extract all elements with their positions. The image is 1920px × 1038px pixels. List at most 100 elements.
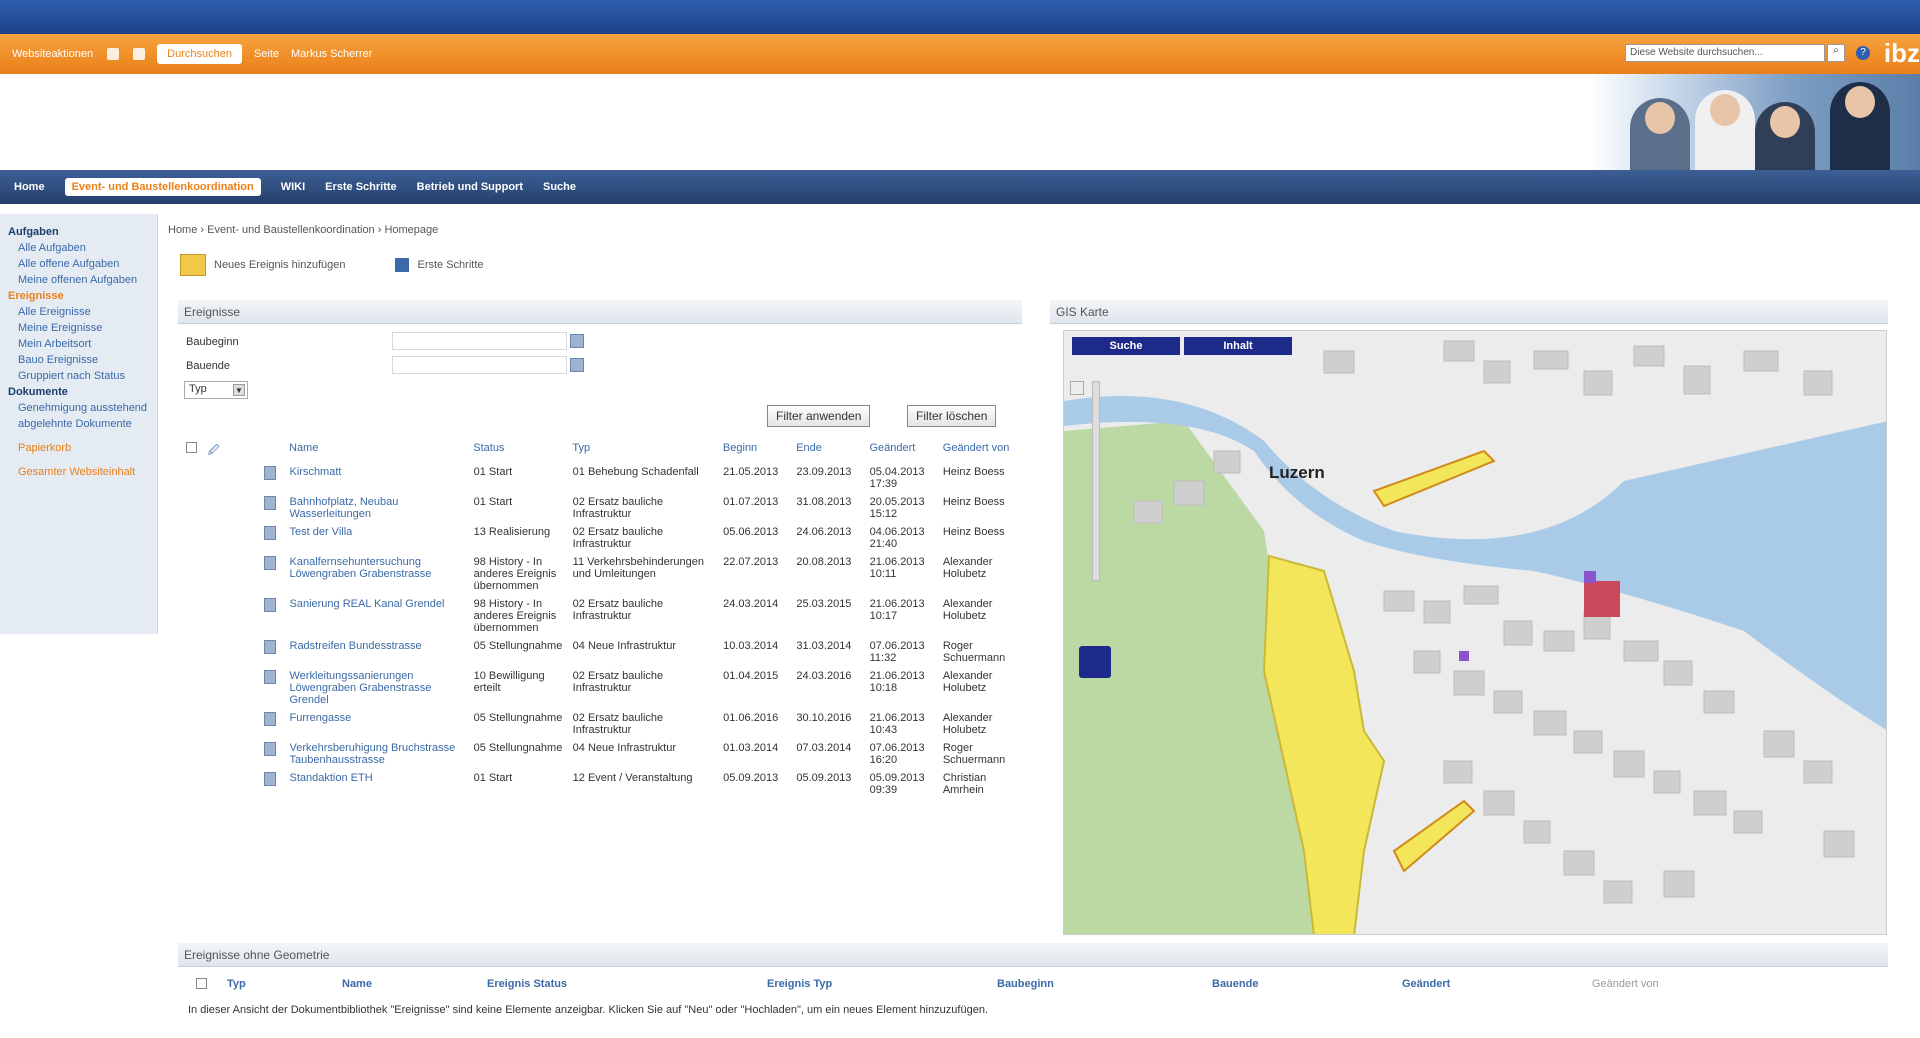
quicklaunch-item[interactable]: Meine Ereignisse [18,322,157,334]
event-name-link[interactable]: Verkehrsberuhigung Bruchstrasse Taubenha… [290,742,474,766]
table-row[interactable]: Werkleitungssanierungen Löwengraben Grab… [186,670,1022,706]
event-name-link[interactable]: Sanierung REAL Kanal Grendel [290,598,474,634]
row-checkbox-cell[interactable] [186,496,208,520]
filter-end-input[interactable] [392,356,567,374]
table-row[interactable]: Kanalfernsehuntersuchung Löwengraben Gra… [186,556,1022,592]
column-header-geaendert[interactable]: Geändert [869,442,942,460]
event-marker-purple[interactable] [1584,571,1596,583]
quicklaunch-item[interactable]: Meine offenen Aufgaben [18,274,157,286]
column-header-geaendert-von[interactable]: Geändert von [943,442,1022,460]
column-header-status[interactable]: Status [473,442,572,460]
row-checkbox-cell[interactable] [186,772,208,796]
user-menu[interactable]: Markus Scherrer [291,48,372,60]
quicklaunch-heading-ereignisse[interactable]: Ereignisse [8,290,157,302]
column-header-name[interactable]: Name [342,978,487,990]
recycle-bin-link[interactable]: Papierkorb [18,442,157,454]
tab-browse[interactable]: Durchsuchen [157,44,242,64]
calendar-icon[interactable] [570,358,584,372]
nav-event-baustellen[interactable]: Event- und Baustellenkoordination [64,178,261,196]
map-search-button[interactable]: Suche [1072,337,1180,355]
nav-suche[interactable]: Suche [543,181,576,193]
quicklaunch-item[interactable]: Gruppiert nach Status [18,370,157,382]
column-header-typ[interactable]: Typ [572,442,723,460]
column-header-bauende[interactable]: Bauende [1212,978,1402,990]
help-icon[interactable]: ? [1856,46,1870,60]
row-checkbox-cell[interactable] [186,598,208,634]
first-steps-icon[interactable] [395,258,410,272]
event-end: 20.08.2013 [796,556,852,568]
table-row[interactable]: Furrengasse 05 Stellungnahme 02 Ersatz bau… [186,712,1022,736]
event-name-link[interactable]: Radstreifen Bundesstrasse [290,640,474,664]
quicklaunch-item[interactable]: Alle offene Aufgaben [18,258,157,270]
row-checkbox-cell[interactable] [186,742,208,766]
locate-icon[interactable] [1079,646,1111,678]
map-toolbar: Suche Inhalt [1072,337,1296,355]
quicklaunch-item[interactable]: Genehmigung ausstehend [18,402,157,414]
event-marker-red[interactable] [1584,581,1620,617]
edit-page-icon[interactable] [133,48,146,60]
clear-filter-button[interactable]: Filter löschen [907,405,997,427]
select-all-checkbox[interactable] [186,442,197,453]
apply-filter-button[interactable]: Filter anwenden [767,405,871,427]
site-actions-menu[interactable]: Websiteaktionen [12,48,93,60]
column-header-status[interactable]: Ereignis Status [487,978,767,990]
new-event-link[interactable]: Neues Ereignis hinzufügen [214,259,345,271]
event-name-link[interactable]: Standaktion ETH [290,772,474,796]
table-row[interactable]: Sanierung REAL Kanal Grendel 98 History -… [186,598,1022,634]
gis-map[interactable]: Suche Inhalt Luzern [1063,330,1887,935]
first-steps-link[interactable]: Erste Schritte [417,259,483,271]
filter-start-input[interactable] [392,332,567,350]
event-name-link[interactable]: Kirschmatt [290,466,474,490]
map-content-button[interactable]: Inhalt [1184,337,1292,355]
column-header-ereignis-typ[interactable]: Ereignis Typ [767,978,997,990]
navigate-up-icon[interactable] [107,48,120,60]
table-row[interactable]: Kirschmatt 01 Start 01 Behebung Schadenfal… [186,466,1022,490]
table-row[interactable]: Standaktion ETH 01 Start 12 Event / Verans… [186,772,1022,796]
nav-wiki[interactable]: WIKI [281,181,305,193]
type-select[interactable]: Typ ▼ [184,381,248,399]
quicklaunch-item[interactable]: Alle Aufgaben [18,242,157,254]
select-all-checkbox[interactable] [196,978,207,989]
event-name-link[interactable]: Kanalfernsehuntersuchung Löwengraben Gra… [290,556,474,592]
row-checkbox-cell[interactable] [186,526,208,550]
quicklaunch-heading-aufgaben[interactable]: Aufgaben [8,226,157,238]
event-name-link[interactable]: Bahnhofplatz, Neubau Wasserleitungen [290,496,474,520]
event-name-link[interactable]: Furrengasse [290,712,474,736]
row-checkbox-cell[interactable] [186,670,208,706]
row-checkbox-cell[interactable] [186,712,208,736]
column-header-beginn[interactable]: Beginn [723,442,796,460]
tab-page[interactable]: Seite [254,48,279,60]
search-icon[interactable]: ⌕ [1827,44,1845,62]
table-row[interactable]: Test der Villa 13 Realisierung 02 Ersatz b… [186,526,1022,550]
event-marker-purple[interactable] [1459,651,1469,661]
column-header-typ[interactable]: Typ [227,978,342,990]
column-header-geaendert-von[interactable]: Geändert von [1592,978,1702,990]
row-checkbox-cell[interactable] [186,640,208,664]
nav-home[interactable]: Home [14,181,45,193]
quicklaunch-item[interactable]: Alle Ereignisse [18,306,157,318]
row-checkbox-cell[interactable] [186,556,208,592]
table-row[interactable]: Radstreifen Bundesstrasse 05 Stellungnahm… [186,640,1022,664]
table-row[interactable]: Bahnhofplatz, Neubau Wasserleitungen 01 S… [186,496,1022,520]
nav-betrieb-support[interactable]: Betrieb und Support [417,181,523,193]
nav-erste-schritte[interactable]: Erste Schritte [325,181,397,193]
map-canvas[interactable] [1064,331,1887,935]
site-search-input[interactable]: Diese Website durchsuchen... [1625,44,1825,62]
new-event-icon[interactable] [180,254,206,276]
pan-control-icon[interactable] [1070,381,1084,395]
event-name-link[interactable]: Werkleitungssanierungen Löwengraben Grab… [290,670,474,706]
column-header-ende[interactable]: Ende [796,442,869,460]
event-name-link[interactable]: Test der Villa [290,526,474,550]
column-header-baubeginn[interactable]: Baubeginn [997,978,1212,990]
quicklaunch-item[interactable]: Bauo Ereignisse [18,354,157,366]
table-row[interactable]: Verkehrsberuhigung Bruchstrasse Taubenha… [186,742,1022,766]
all-site-content-link[interactable]: Gesamter Websiteinhalt [18,466,157,478]
quicklaunch-heading-dokumente[interactable]: Dokumente [8,386,157,398]
quicklaunch-item[interactable]: abgelehnte Dokumente [18,418,157,430]
row-checkbox-cell[interactable] [186,466,208,490]
calendar-icon[interactable] [570,334,584,348]
zoom-slider[interactable] [1092,381,1100,581]
column-header-geaendert[interactable]: Geändert [1402,978,1592,990]
quicklaunch-item[interactable]: Mein Arbeitsort [18,338,157,350]
column-header-name[interactable]: Name [289,442,473,460]
